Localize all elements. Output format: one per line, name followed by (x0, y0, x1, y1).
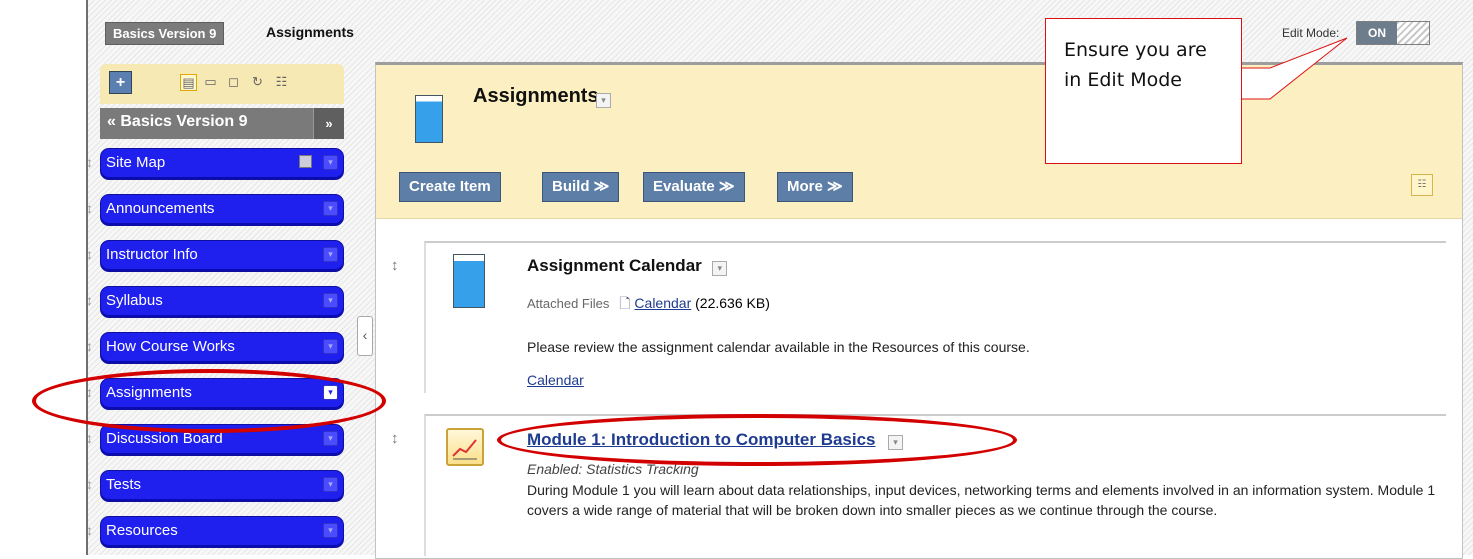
edit-mode-label: Edit Mode: (1282, 26, 1340, 40)
edit-mode-off-area (1397, 22, 1429, 44)
annotation-callout: Ensure you are in Edit Mode (1045, 18, 1242, 164)
item-description: During Module 1 you will learn about dat… (527, 482, 1436, 518)
calendar-link-row: Calendar (527, 370, 584, 390)
content-folder-icon (415, 95, 443, 143)
highlight-ellipse-module (497, 414, 1017, 466)
chevron-down-icon[interactable]: ▾ (323, 293, 338, 308)
sidebar-item-site-map[interactable]: ↕ Site Map ▾ (86, 148, 344, 180)
statistics-chart-icon (446, 428, 484, 466)
detail-view-icon[interactable]: ☷ (1411, 174, 1433, 196)
more-button-label: More (787, 178, 823, 195)
attached-files-row: Attached Files 🗋 Calendar (22.636 KB) (527, 293, 770, 317)
breadcrumb-current: Assignments (266, 24, 354, 40)
sidebar-item-label: Tests (106, 476, 142, 493)
item-description: Please review the assignment calendar av… (527, 339, 1030, 355)
menu-header-title[interactable]: « Basics Version 9 (107, 113, 248, 131)
breadcrumb-course[interactable]: Basics Version 9 (105, 22, 225, 45)
menu-header: « Basics Version 9 » (100, 108, 344, 139)
sidebar-item-instructor-info[interactable]: ↕ Instructor Info ▾ (86, 240, 344, 272)
refresh-icon[interactable]: ↻ (250, 74, 265, 89)
sidebar-item-label: Instructor Info (106, 246, 198, 263)
content-item: ↕ Assignment Calendar ▾ Attached Files 🗋… (386, 241, 1450, 393)
menu-toolbar: + ▤ ▭ ◻ ↻ ☷ (100, 64, 344, 104)
site-map-icon (299, 155, 312, 168)
more-button[interactable]: More ≫ (777, 172, 853, 202)
window-icon[interactable]: ◻ (226, 74, 241, 89)
create-item-button[interactable]: Create Item (399, 172, 501, 202)
drag-handle-icon[interactable]: ↕ (86, 476, 98, 492)
list-view-icon[interactable]: ▤ (180, 74, 197, 91)
sidebar-item-label: How Course Works (106, 338, 235, 355)
menu-collapse-button[interactable]: » (313, 108, 344, 139)
sidebar-item-resources[interactable]: ↕ Resources ▾ (86, 516, 344, 548)
drag-handle-icon[interactable]: ↕ (86, 292, 98, 308)
drag-handle-icon[interactable]: ↕ (86, 200, 98, 216)
sidebar-item-label: Syllabus (106, 292, 163, 309)
drag-handle-icon[interactable]: ↕ (391, 430, 399, 447)
chevron-down-icon[interactable]: ▾ (323, 477, 338, 492)
chevron-down-icon[interactable]: ▾ (323, 431, 338, 446)
drag-handle-icon[interactable]: ↕ (86, 154, 98, 170)
drag-handle-icon[interactable]: ↕ (86, 522, 98, 538)
sidebar-item-label: Site Map (106, 154, 166, 171)
page-title: Assignments (473, 85, 599, 107)
drag-handle-icon[interactable]: ↕ (391, 257, 399, 274)
build-button-label: Build (552, 178, 590, 195)
attached-files-label: Attached Files (527, 296, 610, 311)
file-size: (22.636 KB) (695, 295, 770, 311)
build-button[interactable]: Build ≫ (542, 172, 620, 202)
chevron-down-icon[interactable]: ▾ (323, 155, 338, 170)
menu-header-prefix: « (107, 113, 116, 130)
drag-handle-icon[interactable]: ↕ (86, 338, 98, 354)
chevron-down-icon[interactable]: ▾ (712, 261, 728, 276)
sidebar-item-tests[interactable]: ↕ Tests ▾ (86, 470, 344, 502)
sidebar-item-announcements[interactable]: ↕ Announcements ▾ (86, 194, 344, 226)
sidebar-item-label: Announcements (106, 200, 215, 217)
add-menu-item-button[interactable]: + (109, 71, 132, 94)
calendar-link[interactable]: Calendar (527, 372, 584, 388)
file-icon: 🗋 (619, 295, 631, 311)
chevron-down-icon[interactable]: ▾ (596, 93, 611, 108)
sidebar-item-label: Resources (106, 522, 178, 539)
top-bar: Basics Version 9 Assignments Edit Mode: … (100, 20, 1445, 46)
folder-view-icon[interactable]: ▭ (203, 74, 218, 89)
item-title-row: Assignment Calendar ▾ (527, 256, 728, 276)
content-header: Assignments ▾ Create Item Build ≫ Evalua… (376, 65, 1462, 219)
attached-file-link[interactable]: Calendar (634, 295, 691, 311)
highlight-ellipse-assignments (32, 369, 386, 433)
edit-mode-toggle[interactable]: ON (1356, 21, 1430, 45)
content-card: Assignment Calendar ▾ Attached Files 🗋 C… (424, 241, 1446, 393)
chevron-down-icon[interactable]: ▾ (323, 339, 338, 354)
chevron-down-icon[interactable]: ▾ (323, 247, 338, 262)
menu-header-text: Basics Version 9 (120, 113, 248, 130)
sidebar-item-syllabus[interactable]: ↕ Syllabus ▾ (86, 286, 344, 318)
content-panel: Assignments ▾ Create Item Build ≫ Evalua… (375, 62, 1463, 559)
document-icon (453, 254, 485, 308)
evaluate-button[interactable]: Evaluate ≫ (643, 172, 745, 202)
sidebar-item-how-course-works[interactable]: ↕ How Course Works ▾ (86, 332, 344, 364)
detail-view-icon[interactable]: ☷ (274, 74, 289, 89)
drag-handle-icon[interactable]: ↕ (86, 430, 98, 446)
item-title: Assignment Calendar (527, 256, 702, 275)
collapse-menu-handle[interactable]: ‹ (357, 316, 373, 356)
drag-handle-icon[interactable]: ↕ (86, 246, 98, 262)
edit-mode-state: ON (1357, 22, 1397, 44)
evaluate-button-label: Evaluate (653, 178, 715, 195)
chevron-down-icon[interactable]: ▾ (323, 201, 338, 216)
chevron-down-icon[interactable]: ▾ (323, 523, 338, 538)
chart-glyph (452, 439, 477, 460)
